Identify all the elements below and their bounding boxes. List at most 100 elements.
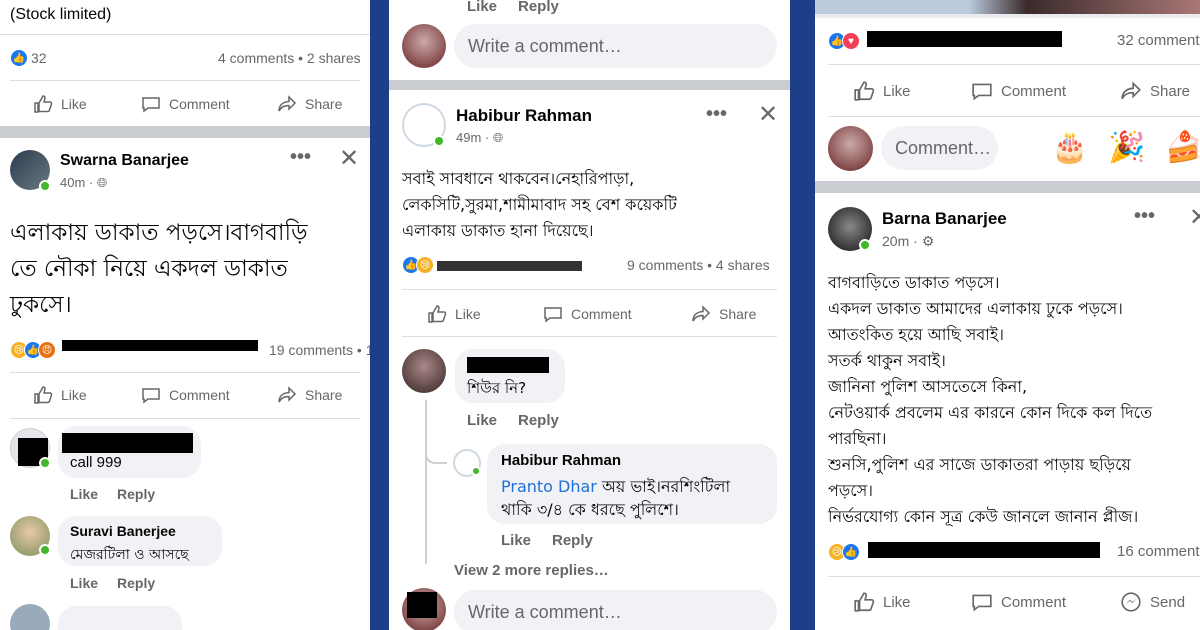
redacted-commenter-name — [62, 433, 193, 453]
like-button[interactable]: Like — [853, 591, 911, 613]
current-user-avatar[interactable] — [828, 126, 873, 171]
like-label: Like — [455, 306, 481, 322]
comment-like-link[interactable]: Like — [70, 575, 98, 591]
comment-reply-link[interactable]: Reply — [518, 412, 559, 429]
post-author-name[interactable]: Habibur Rahman — [456, 106, 592, 126]
share-button[interactable]: Share — [277, 94, 342, 114]
like-button[interactable]: Like — [33, 385, 87, 405]
like-label: Like — [61, 387, 87, 403]
comment-button[interactable]: Comment — [141, 94, 230, 114]
share-label: Share — [305, 387, 343, 403]
share-label: Share — [719, 306, 757, 322]
share-button[interactable]: Share — [277, 385, 342, 405]
middle-screenshot-panel: Like Reply Write a comment… Habibur Rahm… — [389, 0, 790, 630]
comment-input[interactable]: Comment… — [881, 126, 998, 170]
post-body-line-2: লেকসিটি,সুরমা,শামীমাবাদ সহ বেশ কয়েকটি — [402, 195, 677, 214]
comment-button[interactable]: Comment — [971, 80, 1066, 102]
love-reaction-icon: ♥ — [842, 32, 860, 50]
post-body-line-3: ঢুকসে। — [10, 292, 72, 318]
birthday-sticker-icon[interactable]: 🎂 — [1051, 130, 1088, 165]
post-time: 20m · ⚙ — [882, 233, 934, 250]
send-label: Send — [1150, 593, 1186, 611]
post-author-name[interactable]: Swarna Banarjee — [60, 152, 189, 170]
more-options-icon[interactable]: ••• — [1134, 205, 1155, 228]
comment-button[interactable]: Comment — [543, 304, 632, 324]
comment-reply-link[interactable]: Reply — [117, 575, 155, 591]
current-user-avatar[interactable] — [402, 24, 446, 68]
comment-button[interactable]: Comment — [141, 385, 230, 405]
thumb-up-icon — [428, 305, 447, 323]
post-stats[interactable]: 32 comment — [1117, 32, 1200, 49]
celebration-sticker-icon[interactable]: 🎉 — [1108, 130, 1145, 165]
post-body-line-4: সতর্ক থাকুন সবাই। — [828, 351, 946, 370]
redacted-names — [62, 340, 258, 351]
comment-button[interactable]: Comment — [971, 591, 1066, 613]
share-button[interactable]: Share — [691, 304, 756, 324]
post-time: 49m · 🌐︎ — [456, 130, 503, 146]
reaction-icons[interactable]: 😢 👍 — [828, 543, 860, 561]
comment-icon — [544, 307, 562, 323]
view-more-replies-link[interactable]: View 2 more replies… — [454, 562, 609, 579]
like-button[interactable]: Like — [853, 80, 911, 102]
messenger-icon — [1121, 592, 1141, 612]
post-body-line-7: পারছিনা। — [828, 429, 887, 448]
reaction-icons[interactable]: 👍 — [10, 49, 28, 67]
commenter-name[interactable]: Suravi Banerjee — [70, 523, 176, 539]
online-indicator — [39, 544, 51, 556]
post-body-line-2: তে নৌকা নিয়ে একদল ডাকাত — [10, 256, 288, 282]
redacted-avatar — [407, 592, 437, 618]
reply-reply-link[interactable]: Reply — [552, 532, 593, 549]
reply-thread-connector — [425, 446, 447, 464]
like-button[interactable]: Like — [427, 304, 481, 324]
reaction-count[interactable]: 32 — [31, 50, 47, 66]
share-button[interactable]: Share — [1120, 80, 1190, 102]
post-body-line-2: একদল ডাকাত আমাদের এলাকায় ঢুকে পড়সে। — [828, 299, 1123, 318]
more-options-icon[interactable]: ••• — [706, 103, 727, 126]
reply-like-link[interactable]: Like — [501, 532, 531, 549]
comment-like-link[interactable]: Like — [70, 486, 98, 502]
comment-icon — [972, 594, 992, 612]
redacted-names — [867, 31, 1062, 47]
mention-link[interactable]: Pranto Dhar — [501, 477, 597, 496]
post-time-text: 49m · — [456, 130, 490, 145]
comment-reply-link[interactable]: Reply — [518, 0, 559, 15]
sad-reaction-icon: 😢 — [416, 256, 434, 274]
close-icon[interactable]: ✕ — [1189, 203, 1200, 232]
post-body-line-9: পড়সে। — [828, 481, 874, 500]
post-time-text: 20m · — [882, 233, 918, 249]
comment-icon — [142, 388, 160, 404]
comment-reply-link[interactable]: Reply — [117, 486, 155, 502]
post-stats[interactable]: 4 comments • 2 shares — [218, 50, 361, 66]
reaction-icons[interactable]: 👍 😢 — [402, 256, 434, 274]
post-stats[interactable]: 9 comments • 4 shares — [627, 257, 770, 273]
comment-like-link[interactable]: Like — [467, 412, 497, 429]
share-icon — [278, 95, 297, 112]
write-comment-input[interactable]: Write a comment… — [454, 24, 777, 68]
close-icon[interactable]: ✕ — [758, 100, 778, 129]
post-stats[interactable]: 19 comments • 1 — [269, 342, 370, 358]
online-indicator — [39, 180, 51, 192]
post-stats[interactable]: 16 comment — [1117, 543, 1200, 560]
share-icon — [692, 305, 711, 322]
like-label: Like — [883, 82, 911, 100]
redacted-names — [437, 261, 582, 271]
more-options-icon[interactable]: ••• — [290, 146, 311, 169]
post-author-name[interactable]: Barna Banarjee — [882, 209, 1007, 229]
post-time: 40m · 🌐︎ — [60, 175, 107, 191]
online-indicator — [433, 135, 445, 147]
send-button[interactable]: Send — [1120, 591, 1185, 613]
commenter-avatar[interactable] — [10, 604, 50, 630]
close-icon[interactable]: ✕ — [339, 144, 359, 173]
commenter-avatar[interactable] — [402, 349, 446, 393]
like-reaction-icon: 👍 — [10, 49, 28, 67]
reaction-icons[interactable]: 😢 👍 😠 — [10, 341, 56, 359]
reaction-icons[interactable]: 👍 ♥ — [828, 32, 860, 50]
like-button[interactable]: Like — [33, 94, 87, 114]
reply-thread-line — [425, 400, 427, 564]
write-comment-input[interactable]: Write a comment… — [454, 590, 777, 630]
cake-sticker-icon[interactable]: 🍰 — [1165, 130, 1200, 165]
reply-author-name[interactable]: Habibur Rahman — [501, 452, 621, 469]
thumb-up-icon — [854, 81, 875, 101]
comment-like-link[interactable]: Like — [467, 0, 497, 15]
post-body-line-1: সবাই সাবধানে থাকবেন।নেহারিপাড়া, — [402, 169, 635, 188]
